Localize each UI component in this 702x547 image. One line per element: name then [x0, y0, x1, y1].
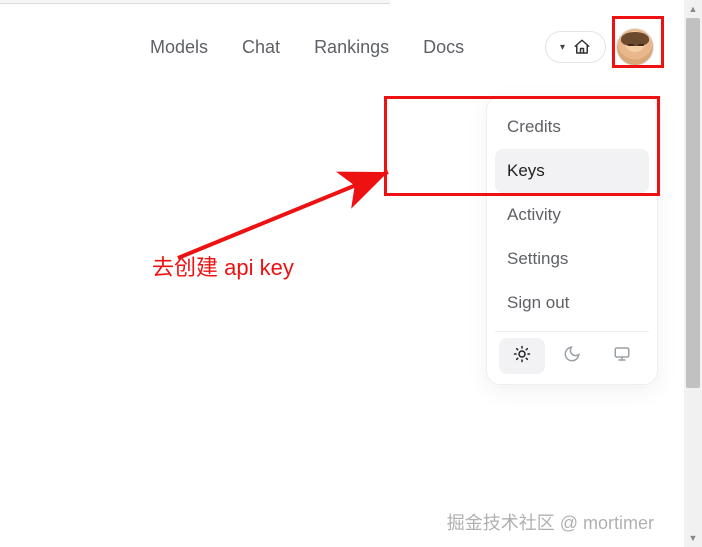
scrollbar-down-icon[interactable]: ▼: [684, 529, 702, 547]
user-menu: Credits Keys Activity Settings Sign out: [486, 96, 658, 385]
nav-right-group: ▾: [545, 28, 654, 66]
theme-switcher: [495, 331, 649, 376]
theme-system-button[interactable]: [599, 338, 645, 374]
annotation-text: 去创建 api key: [152, 250, 294, 282]
menu-item-activity[interactable]: Activity: [495, 193, 649, 237]
menu-item-keys[interactable]: Keys: [495, 149, 649, 193]
window-top-hint: [0, 0, 390, 4]
scrollbar-thumb[interactable]: [686, 18, 700, 388]
menu-item-credits[interactable]: Credits: [495, 105, 649, 149]
menu-item-signout[interactable]: Sign out: [495, 281, 649, 325]
main-nav: Models Chat Rankings Docs ▾: [150, 28, 654, 66]
watermark: 掘金技术社区 @ mortimer: [447, 509, 654, 535]
scrollbar-up-icon[interactable]: ▲: [684, 0, 702, 18]
nav-docs[interactable]: Docs: [423, 37, 464, 58]
theme-light-button[interactable]: [499, 338, 545, 374]
chevron-down-icon: ▾: [560, 42, 565, 53]
sun-icon: [513, 345, 531, 368]
home-icon: [573, 38, 591, 56]
moon-icon: [563, 345, 581, 368]
nav-models[interactable]: Models: [150, 37, 208, 58]
scrollbar[interactable]: ▲ ▼: [684, 0, 702, 547]
annotation-arrow: [150, 150, 450, 270]
menu-item-settings[interactable]: Settings: [495, 237, 649, 281]
monitor-icon: [613, 345, 631, 368]
nav-rankings[interactable]: Rankings: [314, 37, 389, 58]
nav-chat[interactable]: Chat: [242, 37, 280, 58]
theme-dark-button[interactable]: [549, 338, 595, 374]
home-button[interactable]: ▾: [545, 31, 606, 63]
avatar[interactable]: [616, 28, 654, 66]
